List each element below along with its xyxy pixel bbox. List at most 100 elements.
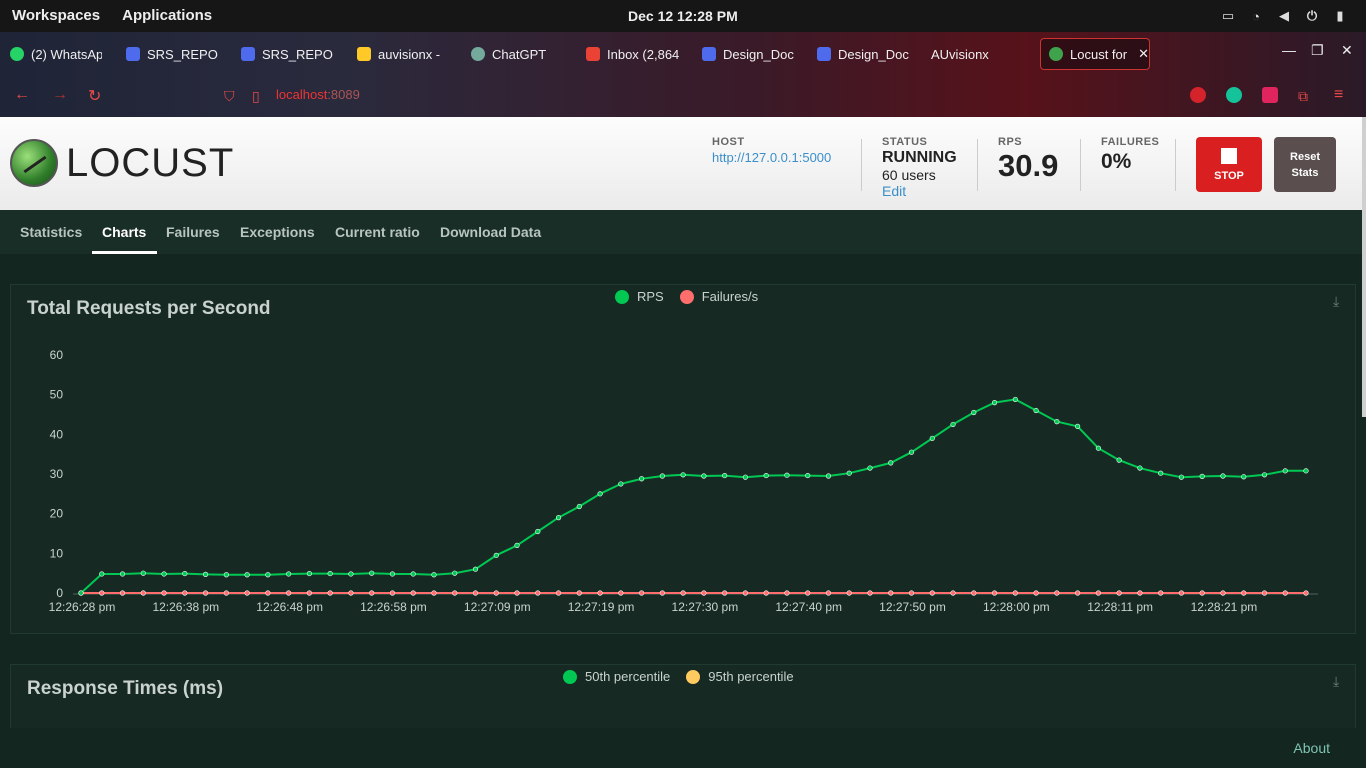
stop-button[interactable]: STOP (1196, 137, 1262, 192)
rps-point (161, 571, 167, 577)
footer (0, 728, 1362, 768)
x-tick-label: 12:27:30 pm (672, 600, 739, 614)
x-tick-label: 12:26:58 pm (360, 600, 427, 614)
grammarly-icon[interactable] (1226, 87, 1242, 103)
failures-point (929, 590, 935, 596)
tab-label: Locust for (1070, 46, 1128, 62)
tab-exceptions[interactable]: Exceptions (240, 224, 315, 240)
display-icon[interactable]: ▭ (1220, 8, 1236, 24)
tab-label: auvisionx - (378, 46, 441, 62)
tab-current-ratio[interactable]: Current ratio (335, 224, 420, 240)
maximize-icon[interactable]: ❐ (1311, 42, 1324, 59)
tab-download-data[interactable]: Download Data (440, 224, 541, 240)
failures-point (971, 590, 977, 596)
page-scrollbar[interactable] (1362, 117, 1366, 417)
rps-point (202, 571, 209, 577)
failures-point (950, 590, 956, 596)
edit-users-link[interactable]: Edit (882, 183, 957, 199)
navigation-toolbar: ← → ↻ ⛉ ▯ localhost:8089 ⧉ ≡ (0, 78, 1366, 114)
reset-stats-button[interactable]: Reset Stats (1274, 137, 1336, 192)
clock[interactable]: Dec 12 12:28 PM (628, 8, 738, 24)
browser-tab[interactable]: Inbox (2,864 (586, 44, 680, 64)
failures-point (1303, 590, 1309, 596)
p50-legend-dot[interactable] (563, 669, 577, 684)
browser-tab[interactable]: AUvisionx (931, 44, 1023, 64)
failures-point (202, 590, 209, 596)
wifi-icon[interactable]: ◔ (1248, 8, 1264, 24)
close-tab-icon[interactable]: ✕ (1138, 46, 1149, 62)
reload-icon[interactable]: ↻ (88, 86, 101, 106)
back-icon[interactable]: ← (14, 86, 30, 104)
rps-point (514, 542, 520, 549)
extensions-icon[interactable]: ⧉ (1298, 88, 1308, 105)
rps-point (1199, 473, 1205, 479)
y-tick-label: 40 (50, 427, 64, 441)
browser-tab[interactable]: (2) WhatsAp (10, 44, 102, 64)
volume-icon[interactable]: ◀ (1276, 8, 1292, 24)
x-tick-label: 12:26:48 pm (256, 600, 323, 614)
rps-point (99, 571, 105, 577)
url-bar[interactable]: localhost:8089 (276, 87, 360, 102)
divider (977, 139, 978, 191)
browser-tab[interactable]: SRS_REPOR (126, 44, 218, 64)
failures-point (991, 590, 998, 596)
tab-charts[interactable]: Charts (102, 224, 146, 240)
rps-chart-panel: Total Requests per Second RPS Failures/s… (10, 284, 1356, 634)
response-time-panel: Response Times (ms) 50th percentile 95th… (10, 664, 1356, 734)
failures-point (182, 590, 188, 596)
y-tick-label: 0 (56, 586, 63, 600)
extension-icon[interactable] (1190, 87, 1206, 103)
rps-value: 30.9 (998, 148, 1059, 183)
failures-label: FAILURES (1101, 136, 1160, 148)
locust-header: LOCUST HOST http://127.0.0.1:5000 STATUS… (0, 117, 1362, 210)
browser-tab[interactable]: Design_Doc (817, 44, 909, 64)
extension-icon[interactable] (1262, 87, 1278, 103)
failures-point (119, 590, 126, 596)
power-icon[interactable]: ⏻ (1304, 8, 1320, 24)
p50-legend-label[interactable]: 50th percentile (585, 669, 670, 684)
about-link[interactable]: About (1293, 740, 1330, 756)
page-info-icon[interactable]: ▯ (252, 88, 260, 105)
close-window-icon[interactable]: ✕ (1341, 42, 1353, 59)
reset-label: Reset (1290, 150, 1320, 163)
browser-tab-active[interactable]: Locust for ✕ (1040, 38, 1150, 70)
rps-point (638, 476, 645, 482)
rps-point (1116, 457, 1122, 463)
failures-point (722, 590, 728, 596)
failures-point (1033, 590, 1039, 596)
workspaces-button[interactable]: Workspaces (12, 7, 100, 24)
rps-point (286, 571, 292, 577)
x-tick-label: 12:27:40 pm (775, 600, 842, 614)
battery-icon[interactable]: ▮ (1332, 8, 1348, 24)
failures-point (638, 590, 645, 596)
failures-point (1158, 590, 1164, 596)
shield-icon[interactable]: ⛉ (224, 88, 235, 105)
rps-series-line (80, 398, 1306, 594)
minimize-icon[interactable]: — (1282, 42, 1296, 58)
failures-point (369, 590, 375, 596)
locust-nav: Statistics Charts Failures Exceptions Cu… (0, 210, 1362, 254)
p95-legend-label[interactable]: 95th percentile (708, 669, 793, 684)
applications-button[interactable]: Applications (122, 7, 212, 24)
browser-tab[interactable]: SRS_REPOR (241, 44, 333, 64)
p95-legend-dot[interactable] (686, 669, 701, 684)
download-icon[interactable]: ⤓ (1333, 673, 1349, 689)
url-port: :8089 (327, 87, 360, 102)
divider (861, 139, 862, 191)
menu-icon[interactable]: ≡ (1334, 86, 1343, 104)
rps-point (410, 571, 416, 577)
rps-point (78, 590, 84, 596)
rps-point (389, 571, 396, 577)
stop-icon (1221, 147, 1237, 164)
browser-tab[interactable]: Design_Doc (702, 44, 794, 64)
browser-tab[interactable]: auvisionx - (357, 44, 449, 64)
failures-point (265, 590, 271, 596)
tab-failures[interactable]: Failures (166, 224, 220, 240)
forward-icon[interactable]: → (52, 86, 68, 104)
failures-point (1075, 590, 1081, 596)
browser-tab[interactable]: ChatGPT (471, 44, 563, 64)
tab-statistics[interactable]: Statistics (20, 224, 82, 240)
failures-point (805, 590, 811, 596)
failures-point (888, 590, 894, 596)
tab-label: Design_Doc (723, 46, 794, 62)
